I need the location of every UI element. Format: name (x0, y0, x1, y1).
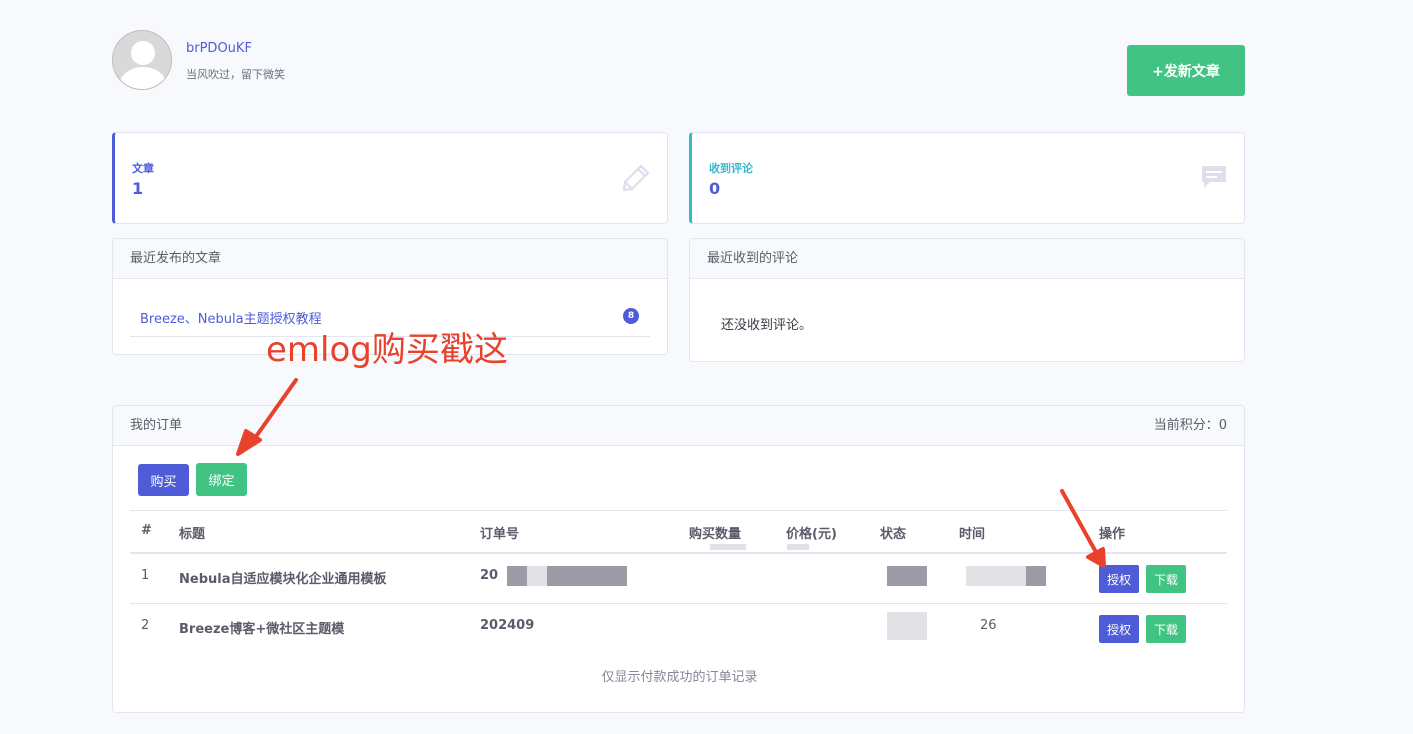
order-title: Nebula自适应模块化企业通用模板 (179, 572, 387, 587)
authorize-button[interactable]: 授权 (1099, 565, 1139, 593)
table-row: 2 Breeze博客+微社区主题模 202409 26 授权 下载 (130, 604, 1227, 654)
order-title: Breeze博客+微社区主题模 (179, 622, 345, 637)
redaction-mask (787, 544, 809, 550)
order-number: 20 (480, 568, 499, 583)
row-number: 2 (141, 618, 150, 633)
column-header: 时间 (959, 527, 986, 542)
comments-stat-card[interactable]: 收到评论 0 (689, 132, 1245, 224)
bind-button[interactable]: 绑定 (196, 463, 247, 496)
download-button[interactable]: 下载 (1146, 615, 1186, 643)
download-button[interactable]: 下载 (1146, 565, 1186, 593)
annotation-text: emlog购买戳这 (266, 330, 508, 370)
comment-count-badge: 8 (623, 308, 639, 324)
authorize-button[interactable]: 授权 (1099, 615, 1139, 643)
user-motto: 当风吹过，留下微笑 (186, 68, 285, 81)
orders-header: 我的订单 当前积分：0 (113, 406, 1244, 446)
articles-stat-value: 1 (132, 179, 144, 198)
order-time: 26 (980, 618, 997, 633)
avatar[interactable] (112, 30, 172, 90)
buy-button[interactable]: 购买 (138, 464, 189, 496)
column-header: 购买数量 (689, 527, 742, 542)
column-header: 标题 (179, 527, 206, 542)
articles-stat-label: 文章 (132, 162, 154, 175)
avatar-head (131, 41, 155, 65)
redaction-mask (547, 566, 627, 586)
comment-icon (1200, 163, 1228, 195)
column-header: 操作 (1099, 527, 1126, 542)
orders-footnote: 仅显示付款成功的订单记录 (601, 670, 758, 685)
table-row: 1 Nebula自适应模块化企业通用模板 20 授权 下载 (130, 554, 1227, 604)
articles-stat-card[interactable]: 文章 1 (112, 132, 668, 224)
recent-comments-title: 最近收到的评论 (690, 239, 1244, 279)
redaction-mask (710, 544, 746, 550)
empty-comments-text: 还没收到评论。 (721, 318, 813, 333)
recent-comments-card: 最近收到的评论 还没收到评论。 (689, 238, 1245, 362)
redaction-mask (507, 566, 527, 586)
profile-header: brPDOuKF 当风吹过，留下微笑 +发新文章 (112, 30, 1245, 96)
column-header: # (141, 523, 152, 538)
orders-card: 我的订单 当前积分：0 购买 绑定 # 标题 订单号 购买数量 价格(元) 状态… (112, 405, 1245, 713)
new-post-button[interactable]: +发新文章 (1127, 45, 1245, 96)
redaction-mask (887, 612, 927, 640)
redaction-mask (1026, 566, 1046, 586)
comments-stat-value: 0 (709, 179, 721, 198)
redaction-mask (887, 566, 927, 586)
redaction-mask (527, 566, 547, 586)
orders-table: # 标题 订单号 购买数量 价格(元) 状态 时间 操作 1 Nebula自适应… (130, 510, 1227, 654)
recent-posts-title: 最近发布的文章 (113, 239, 667, 279)
redaction-mask (966, 566, 1026, 586)
table-header: # 标题 订单号 购买数量 价格(元) 状态 时间 操作 (130, 510, 1227, 554)
comments-stat-label: 收到评论 (709, 162, 753, 175)
pencil-icon (621, 163, 651, 197)
row-number: 1 (141, 568, 150, 583)
orders-title: 我的订单 (130, 418, 183, 433)
username-link[interactable]: brPDOuKF (186, 41, 252, 56)
column-header: 价格(元) (786, 527, 837, 542)
avatar-body (120, 67, 166, 89)
points-balance: 当前积分：0 (1153, 418, 1227, 433)
order-number: 202409 (480, 618, 535, 633)
column-header: 订单号 (480, 527, 520, 542)
column-header: 状态 (880, 527, 907, 542)
